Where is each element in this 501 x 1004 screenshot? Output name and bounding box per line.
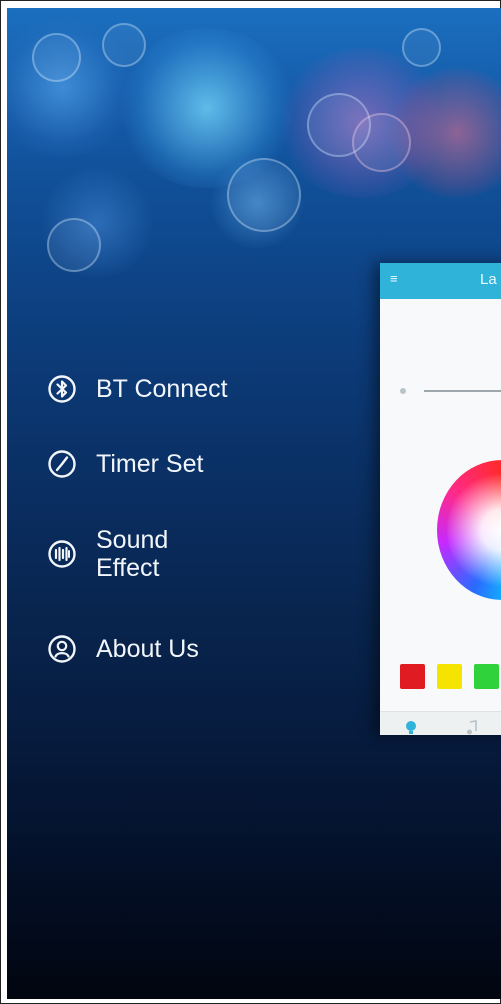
menu-item-label: Sound Effect (96, 526, 169, 582)
bluetooth-icon (47, 374, 77, 404)
color-wheel-center (447, 470, 501, 590)
music-note-icon[interactable] (466, 720, 478, 735)
menu-item-sound-effect[interactable]: Sound Effect (47, 526, 168, 582)
menu-toggle-icon[interactable]: ≡ (390, 272, 402, 286)
bokeh-ring (352, 113, 411, 172)
main-screen-preview[interactable]: ≡ La (380, 263, 501, 735)
bokeh-ring (32, 33, 81, 82)
menu-item-label: About Us (96, 635, 199, 663)
preview-bottom-tab-bar (380, 711, 501, 735)
app-screen: BT Connect Timer Set Sound Effect About … (7, 8, 501, 999)
clock-icon (47, 449, 77, 479)
bokeh-ring (47, 218, 101, 272)
menu-item-label: Timer Set (96, 450, 204, 478)
bulb-icon[interactable] (404, 720, 418, 735)
screenshot-frame: BT Connect Timer Set Sound Effect About … (0, 0, 501, 1004)
preview-title: La (480, 271, 497, 288)
preview-top-bar: ≡ La (380, 263, 501, 299)
color-wheel[interactable] (437, 460, 501, 600)
brightness-slider[interactable] (400, 385, 501, 397)
sound-wave-icon (47, 539, 77, 569)
swatch-red[interactable] (400, 664, 425, 689)
menu-item-label: BT Connect (96, 375, 228, 403)
user-icon (47, 634, 77, 664)
swatch-yellow[interactable] (437, 664, 462, 689)
menu-item-timer-set[interactable]: Timer Set (47, 449, 203, 479)
bokeh-ring (402, 28, 441, 67)
brightness-low-icon (400, 388, 406, 394)
slider-track[interactable] (424, 390, 501, 392)
bokeh-ring (227, 158, 301, 232)
bokeh-ring (102, 23, 146, 67)
swatch-green[interactable] (474, 664, 499, 689)
menu-item-bt-connect[interactable]: BT Connect (47, 374, 228, 404)
menu-item-about-us[interactable]: About Us (47, 634, 199, 664)
